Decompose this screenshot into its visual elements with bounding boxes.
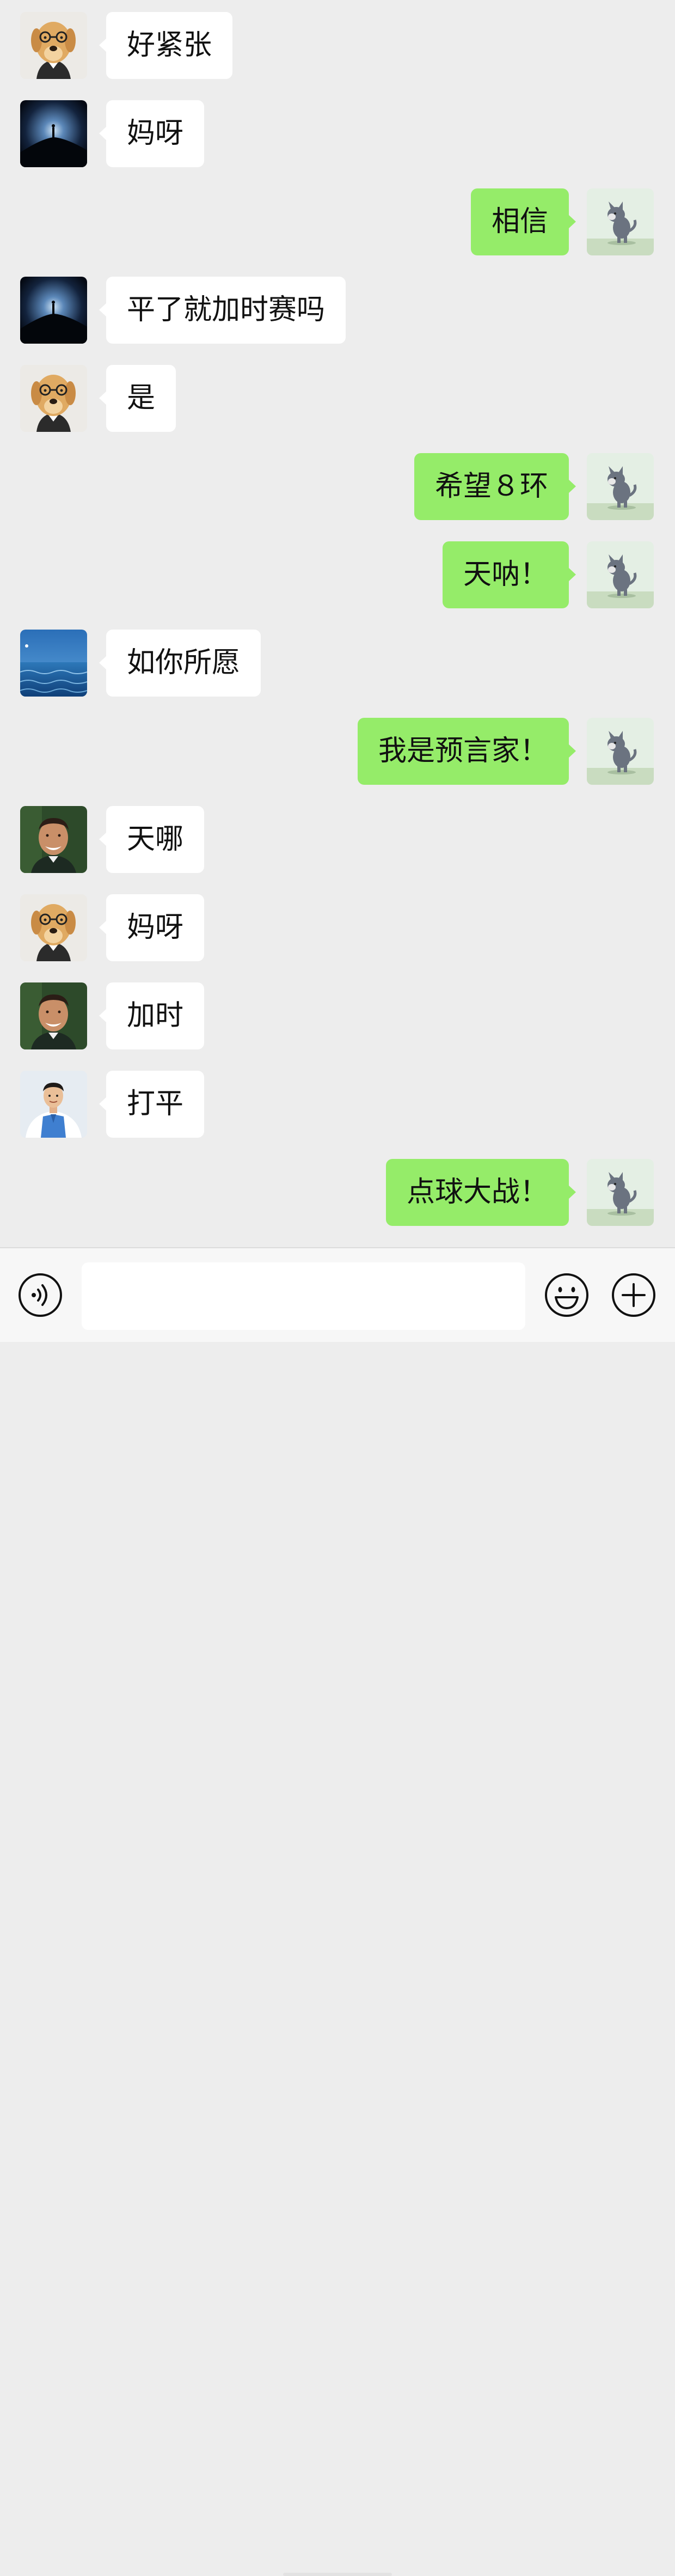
man-avatar[interactable] xyxy=(20,982,87,1049)
emoji-icon[interactable] xyxy=(544,1272,590,1318)
incoming-message-bubble[interactable]: 打平 xyxy=(99,1071,205,1138)
hill-avatar[interactable] xyxy=(20,100,87,167)
message-row: 相信 xyxy=(0,188,675,256)
outgoing-message-bubble[interactable]: 相信 xyxy=(470,188,576,255)
message-row: 如你所愿 xyxy=(0,630,675,697)
message-row: 是 xyxy=(0,365,675,432)
message-row: 天呐！ xyxy=(0,541,675,609)
incoming-message-bubble[interactable]: 妈呀 xyxy=(99,894,205,961)
hill-avatar[interactable] xyxy=(20,277,87,344)
outgoing-message-bubble[interactable]: 点球大战！ xyxy=(385,1159,576,1226)
home-indicator xyxy=(283,2573,392,2576)
cat-avatar[interactable] xyxy=(587,718,654,785)
message-row: 打平 xyxy=(0,1071,675,1138)
voice-icon[interactable] xyxy=(17,1272,63,1318)
plus-icon[interactable] xyxy=(611,1272,656,1318)
message-row: 希望８环 xyxy=(0,453,675,521)
cat-avatar[interactable] xyxy=(587,1159,654,1226)
ocean-avatar[interactable] xyxy=(20,630,87,697)
man-avatar[interactable] xyxy=(20,806,87,873)
incoming-message-bubble[interactable]: 加时 xyxy=(99,982,205,1049)
outgoing-message-bubble[interactable]: 希望８环 xyxy=(414,453,576,520)
dog-avatar[interactable] xyxy=(20,894,87,961)
chat-message-list[interactable]: 好紧张 妈呀 相信 平了就加时赛吗 是 希望８环 天呐！ 如你所愿 我是预言家！… xyxy=(0,0,675,1247)
input-bar xyxy=(0,1247,675,2576)
outgoing-message-bubble[interactable]: 天呐！ xyxy=(442,541,576,608)
dog-avatar[interactable] xyxy=(20,12,87,79)
message-input[interactable] xyxy=(82,1262,525,1330)
cat-avatar[interactable] xyxy=(587,453,654,520)
outgoing-message-bubble[interactable]: 我是预言家！ xyxy=(357,718,576,785)
incoming-message-bubble[interactable]: 好紧张 xyxy=(99,12,233,79)
incoming-message-bubble[interactable]: 如你所愿 xyxy=(99,630,261,697)
message-row: 天哪 xyxy=(0,806,675,874)
message-row: 妈呀 xyxy=(0,100,675,168)
message-row: 点球大战！ xyxy=(0,1159,675,1226)
cat-avatar[interactable] xyxy=(587,188,654,255)
cat-avatar[interactable] xyxy=(587,541,654,608)
incoming-message-bubble[interactable]: 妈呀 xyxy=(99,100,205,167)
message-row: 加时 xyxy=(0,982,675,1050)
suit-avatar[interactable] xyxy=(20,1071,87,1138)
message-row: 我是预言家！ xyxy=(0,718,675,785)
message-row: 平了就加时赛吗 xyxy=(0,277,675,344)
message-row: 好紧张 xyxy=(0,12,675,80)
dog-avatar[interactable] xyxy=(20,365,87,432)
message-row: 妈呀 xyxy=(0,894,675,962)
incoming-message-bubble[interactable]: 是 xyxy=(99,365,176,432)
incoming-message-bubble[interactable]: 天哪 xyxy=(99,806,205,873)
incoming-message-bubble[interactable]: 平了就加时赛吗 xyxy=(99,277,346,344)
